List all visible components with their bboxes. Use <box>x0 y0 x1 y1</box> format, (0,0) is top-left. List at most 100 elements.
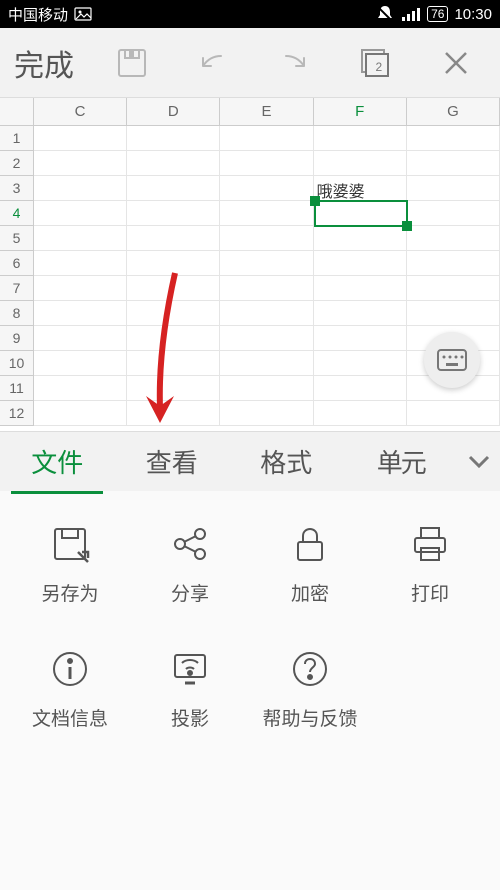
cell[interactable] <box>127 351 220 376</box>
col-header[interactable]: C <box>34 98 127 125</box>
tab-file[interactable]: 文件 <box>0 429 115 494</box>
encrypt-button[interactable]: 加密 <box>250 521 370 606</box>
cell[interactable] <box>407 251 500 276</box>
print-button[interactable]: 打印 <box>370 521 490 606</box>
cell[interactable] <box>314 126 407 151</box>
cell[interactable] <box>407 201 500 226</box>
cell[interactable] <box>407 276 500 301</box>
help-button[interactable]: 帮助与反馈 <box>250 646 370 731</box>
cell[interactable] <box>220 376 313 401</box>
sheets-button[interactable]: 2 <box>347 35 403 91</box>
cell[interactable] <box>314 251 407 276</box>
cell[interactable] <box>127 151 220 176</box>
cell[interactable]: 哦婆婆 <box>314 176 407 201</box>
cell[interactable] <box>127 301 220 326</box>
share-button[interactable]: 分享 <box>130 521 250 606</box>
chevron-down-icon <box>468 455 490 469</box>
cell[interactable] <box>127 401 220 426</box>
row-header[interactable]: 11 <box>0 376 34 401</box>
row-header[interactable]: 10 <box>0 351 34 376</box>
cell[interactable] <box>407 151 500 176</box>
row-header[interactable]: 2 <box>0 151 34 176</box>
cell[interactable] <box>34 176 127 201</box>
spreadsheet-grid[interactable]: C D E F G 123哦婆婆456789101112 <box>0 98 500 431</box>
cell[interactable] <box>34 151 127 176</box>
save-icon <box>115 46 149 80</box>
cell[interactable] <box>220 251 313 276</box>
cell[interactable] <box>127 251 220 276</box>
close-button[interactable] <box>428 35 484 91</box>
cell[interactable] <box>220 301 313 326</box>
cell[interactable] <box>407 401 500 426</box>
cell[interactable] <box>127 201 220 226</box>
row-header[interactable]: 8 <box>0 301 34 326</box>
cell[interactable] <box>314 326 407 351</box>
toolbar: 完成 2 <box>0 28 500 98</box>
cell[interactable] <box>220 151 313 176</box>
cell[interactable] <box>220 226 313 251</box>
col-header[interactable]: F <box>314 98 407 125</box>
cell[interactable] <box>34 201 127 226</box>
tab-format[interactable]: 格式 <box>229 429 344 494</box>
save-button[interactable] <box>104 35 160 91</box>
cell[interactable] <box>34 276 127 301</box>
cell[interactable] <box>407 301 500 326</box>
cell[interactable] <box>34 351 127 376</box>
row-header[interactable]: 7 <box>0 276 34 301</box>
cell[interactable] <box>127 126 220 151</box>
project-button[interactable]: 投影 <box>130 646 250 731</box>
row-header[interactable]: 5 <box>0 226 34 251</box>
cell[interactable] <box>314 401 407 426</box>
cell[interactable] <box>407 176 500 201</box>
cell[interactable] <box>220 201 313 226</box>
col-header[interactable]: D <box>127 98 220 125</box>
cell[interactable] <box>127 226 220 251</box>
cell[interactable] <box>220 126 313 151</box>
cell[interactable] <box>34 251 127 276</box>
row-header[interactable]: 9 <box>0 326 34 351</box>
cell[interactable] <box>220 351 313 376</box>
save-as-button[interactable]: 另存为 <box>10 521 130 606</box>
cell[interactable] <box>127 326 220 351</box>
cell[interactable] <box>314 301 407 326</box>
cell[interactable] <box>220 176 313 201</box>
cell[interactable] <box>34 326 127 351</box>
cell[interactable] <box>314 226 407 251</box>
status-bar: 中国移动 76 10:30 <box>0 0 500 28</box>
cell[interactable] <box>314 276 407 301</box>
tabs-more-button[interactable] <box>458 455 500 469</box>
cell[interactable] <box>314 351 407 376</box>
cell[interactable] <box>407 226 500 251</box>
cell[interactable] <box>220 276 313 301</box>
keyboard-button[interactable] <box>424 332 480 388</box>
done-button[interactable]: 完成 <box>0 41 88 85</box>
cell[interactable] <box>34 301 127 326</box>
row-header[interactable]: 4 <box>0 201 34 226</box>
cell[interactable] <box>220 401 313 426</box>
cell[interactable] <box>220 326 313 351</box>
cell[interactable] <box>127 376 220 401</box>
col-header[interactable]: E <box>220 98 313 125</box>
cell[interactable] <box>314 201 407 226</box>
cell[interactable] <box>314 376 407 401</box>
cell[interactable] <box>34 126 127 151</box>
redo-button[interactable] <box>266 35 322 91</box>
tab-cell[interactable]: 单元 <box>344 429 459 494</box>
row-header[interactable]: 3 <box>0 176 34 201</box>
col-header[interactable]: G <box>407 98 500 125</box>
tab-view[interactable]: 查看 <box>115 429 230 494</box>
undo-icon <box>193 46 233 80</box>
row-header[interactable]: 1 <box>0 126 34 151</box>
doc-info-button[interactable]: 文档信息 <box>10 646 130 731</box>
cell[interactable] <box>407 126 500 151</box>
cell[interactable] <box>34 226 127 251</box>
cell[interactable] <box>314 151 407 176</box>
cell[interactable] <box>127 176 220 201</box>
cell[interactable] <box>34 376 127 401</box>
select-all-corner[interactable] <box>0 98 34 125</box>
row-header[interactable]: 6 <box>0 251 34 276</box>
undo-button[interactable] <box>185 35 241 91</box>
cell[interactable] <box>34 401 127 426</box>
row-header[interactable]: 12 <box>0 401 34 426</box>
cell[interactable] <box>127 276 220 301</box>
